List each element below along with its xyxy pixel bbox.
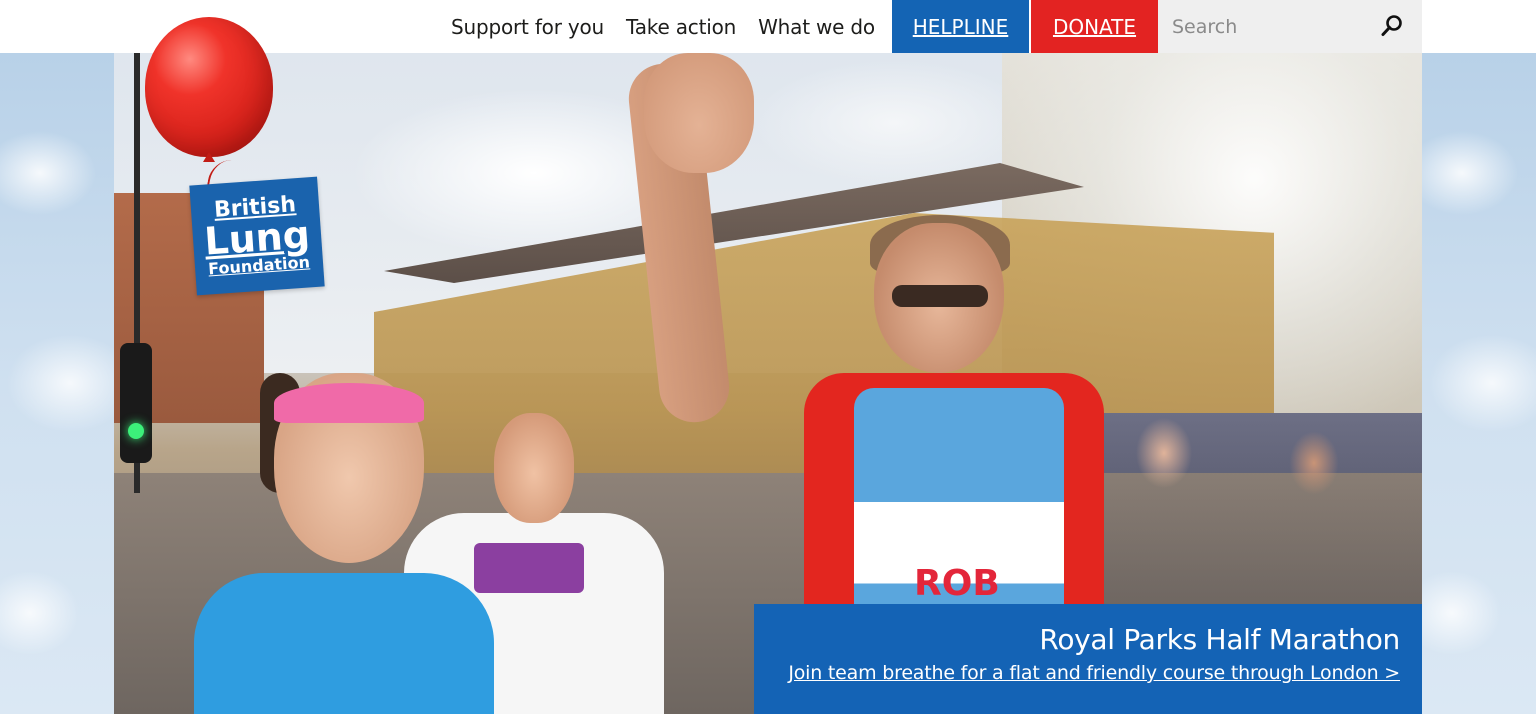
waving-hand (644, 53, 754, 173)
nav-take-action[interactable]: Take action (615, 15, 747, 39)
runner-woman (134, 373, 494, 714)
nav-what-we-do[interactable]: What we do (747, 15, 886, 39)
red-balloon (145, 17, 273, 157)
hero-title: Royal Parks Half Marathon (1039, 623, 1400, 656)
hero-caption: Royal Parks Half Marathon Join team brea… (754, 604, 1422, 714)
nav-support-for-you[interactable]: Support for you (440, 15, 615, 39)
hero-cta-link[interactable]: Join team breathe for a flat and friendl… (788, 662, 1400, 684)
search-box (1158, 0, 1422, 53)
search-button[interactable] (1378, 12, 1406, 40)
background-left (0, 53, 114, 714)
search-input[interactable] (1158, 6, 1368, 47)
main-nav: Support for you Take action What we do (440, 0, 886, 53)
donate-button[interactable]: DONATE (1031, 0, 1158, 53)
helpline-button[interactable]: HELPLINE (892, 0, 1029, 53)
search-icon (1381, 15, 1402, 36)
british-lung-foundation-logo[interactable]: British Lung Foundation (189, 176, 325, 296)
runner-bib-name: ROB (914, 563, 1000, 604)
background-right (1422, 53, 1536, 714)
